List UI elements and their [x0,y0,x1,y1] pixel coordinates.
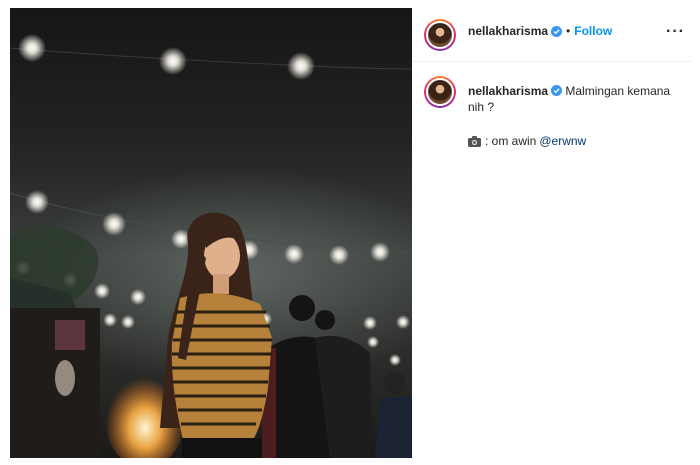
photo-scene [10,34,412,458]
follow-button[interactable]: Follow [574,24,612,38]
caption-username[interactable]: nellakharisma [468,84,548,98]
verified-badge-icon [551,25,563,37]
verified-badge-icon [551,85,563,96]
camera-icon [468,135,481,147]
instagram-post-embed: nellakharisma • Follow ··· nellakharisma… [10,8,691,458]
caption-avatar[interactable] [424,76,456,108]
separator-dot: • [566,24,571,38]
post-photo[interactable] [10,8,412,458]
photo-credit: : om awin @erwnw [468,134,586,148]
author-username[interactable]: nellakharisma [468,24,548,38]
more-options-icon[interactable]: ··· [666,23,685,41]
author-avatar[interactable] [424,19,456,51]
header-user-info: nellakharisma • Follow [468,24,612,38]
post-sidebar: nellakharisma • Follow ··· nellakharisma… [412,8,691,458]
post-header: nellakharisma • Follow ··· [412,8,691,62]
credit-mention-link[interactable]: @erwnw [539,134,586,148]
credit-text: : om awin [485,134,537,148]
caption-text: nellakharisma Malmingan kemana nih ? [468,83,683,115]
